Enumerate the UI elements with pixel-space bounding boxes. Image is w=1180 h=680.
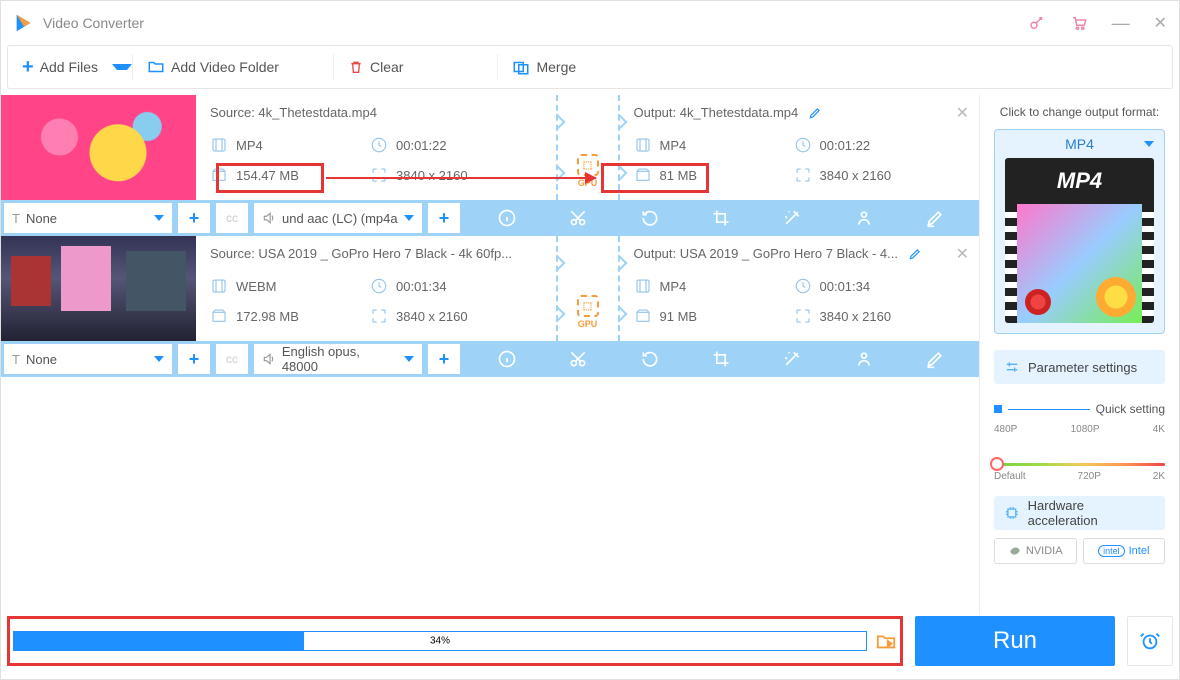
add-audio-button[interactable]: + [427, 202, 461, 234]
remove-item-button[interactable]: ✕ [956, 244, 969, 264]
add-files-label: Add Files [40, 59, 98, 75]
merge-label: Merge [536, 59, 576, 75]
add-subtitle-button[interactable]: + [177, 343, 211, 375]
gpu-indicator: ⬚ GPU [558, 95, 618, 200]
folder-icon [147, 58, 165, 76]
source-info: Source: USA 2019 _ GoPro Hero 7 Black - … [196, 236, 556, 341]
add-files-dropdown[interactable] [112, 64, 132, 70]
info-icon[interactable] [497, 208, 517, 228]
edit-icon[interactable] [808, 106, 822, 120]
add-audio-button[interactable]: + [427, 343, 461, 375]
output-title: Output: 4k_Thetestdata.mp4 [634, 105, 799, 120]
footer: 34% Run [7, 611, 1173, 671]
main-toolbar: + Add Files Add Video Folder Clear Merge [7, 45, 1173, 89]
schedule-button[interactable] [1127, 616, 1173, 666]
format-hint: Click to change output format: [994, 105, 1165, 119]
size-icon [210, 166, 228, 184]
quality-slider[interactable] [994, 445, 1165, 485]
minimize-button[interactable]: — [1112, 13, 1130, 34]
file-item: Source: USA 2019 _ GoPro Hero 7 Black - … [1, 236, 979, 377]
effects-icon[interactable] [782, 208, 802, 228]
subtitle-edit-icon[interactable] [925, 208, 945, 228]
add-files-button[interactable]: + Add Files [8, 46, 112, 88]
add-folder-button[interactable]: Add Video Folder [133, 46, 293, 88]
merge-icon [512, 58, 530, 76]
source-info: Source: 4k_Thetestdata.mp4 MP4 00:01:22 … [196, 95, 556, 200]
item-controls: TNone + cc und aac (LC) (mp4a + [1, 200, 979, 236]
cc-button[interactable]: cc [215, 343, 249, 375]
clear-label: Clear [370, 59, 403, 75]
video-thumbnail[interactable] [1, 236, 196, 341]
source-title: Source: USA 2019 _ GoPro Hero 7 Black - … [210, 246, 542, 261]
sidebar: Click to change output format: MP4 MP4 P… [979, 95, 1179, 615]
speaker-icon [262, 211, 276, 225]
cut-icon[interactable] [568, 349, 588, 369]
alarm-icon [1139, 630, 1161, 652]
intel-icon: intel [1098, 545, 1125, 557]
cart-icon[interactable] [1070, 14, 1088, 32]
resolution-icon [370, 166, 388, 184]
video-thumbnail[interactable] [1, 95, 196, 200]
format-icon [210, 136, 228, 154]
format-preview: MP4 [1005, 158, 1154, 323]
effects-icon[interactable] [782, 349, 802, 369]
output-title: Output: USA 2019 _ GoPro Hero 7 Black - … [634, 246, 898, 261]
subtitle-select[interactable]: TNone [3, 343, 173, 375]
clock-icon [370, 136, 388, 154]
item-controls: TNone + cc English opus, 48000 + [1, 341, 979, 377]
watermark-icon[interactable] [854, 349, 874, 369]
output-folder-icon[interactable] [875, 630, 897, 652]
crop-icon[interactable] [711, 349, 731, 369]
remove-item-button[interactable]: ✕ [956, 103, 969, 123]
add-subtitle-button[interactable]: + [177, 202, 211, 234]
key-icon[interactable] [1028, 14, 1046, 32]
clear-button[interactable]: Clear [334, 46, 417, 88]
intel-toggle[interactable]: intelIntel [1083, 538, 1166, 564]
sliders-icon [1004, 359, 1020, 375]
crop-icon[interactable] [711, 208, 731, 228]
info-icon[interactable] [497, 349, 517, 369]
merge-button[interactable]: Merge [498, 46, 590, 88]
close-window-button[interactable]: ✕ [1154, 13, 1167, 33]
rotate-icon[interactable] [640, 349, 660, 369]
chevron-down-icon [1144, 141, 1154, 147]
nvidia-icon [1008, 544, 1022, 558]
plus-icon: + [22, 56, 34, 79]
cut-icon[interactable] [568, 208, 588, 228]
rotate-icon[interactable] [640, 208, 660, 228]
output-info: Output: USA 2019 _ GoPro Hero 7 Black - … [620, 236, 980, 341]
title-bar: Video Converter — ✕ [1, 1, 1179, 45]
audio-select[interactable]: English opus, 48000 [253, 343, 423, 375]
quick-setting: Quick setting 480P1080P4K Default720P2K [994, 402, 1165, 482]
source-title: Source: 4k_Thetestdata.mp4 [210, 105, 542, 120]
edit-icon[interactable] [908, 247, 922, 261]
audio-select[interactable]: und aac (LC) (mp4a [253, 202, 423, 234]
run-button[interactable]: Run [915, 616, 1115, 666]
output-info: Output: 4k_Thetestdata.mp4 MP4 00:01:22 … [620, 95, 980, 200]
progress-bar: 34% [13, 631, 867, 651]
trash-icon [348, 59, 364, 75]
watermark-icon[interactable] [854, 208, 874, 228]
cpu-icon [1004, 505, 1020, 521]
progress-area: 34% [7, 616, 903, 666]
app-logo [13, 12, 35, 34]
parameter-settings-button[interactable]: Parameter settings [994, 350, 1165, 384]
app-title: Video Converter [43, 15, 144, 31]
nvidia-toggle[interactable]: NVIDIA [994, 538, 1077, 564]
hardware-accel-button[interactable]: Hardware acceleration [994, 496, 1165, 530]
subtitle-edit-icon[interactable] [925, 349, 945, 369]
file-list: Source: 4k_Thetestdata.mp4 MP4 00:01:22 … [1, 95, 979, 615]
add-folder-label: Add Video Folder [171, 59, 279, 75]
output-format-card[interactable]: MP4 MP4 [994, 129, 1165, 334]
file-item: Source: 4k_Thetestdata.mp4 MP4 00:01:22 … [1, 95, 979, 236]
cc-button[interactable]: cc [215, 202, 249, 234]
subtitle-select[interactable]: TNone [3, 202, 173, 234]
